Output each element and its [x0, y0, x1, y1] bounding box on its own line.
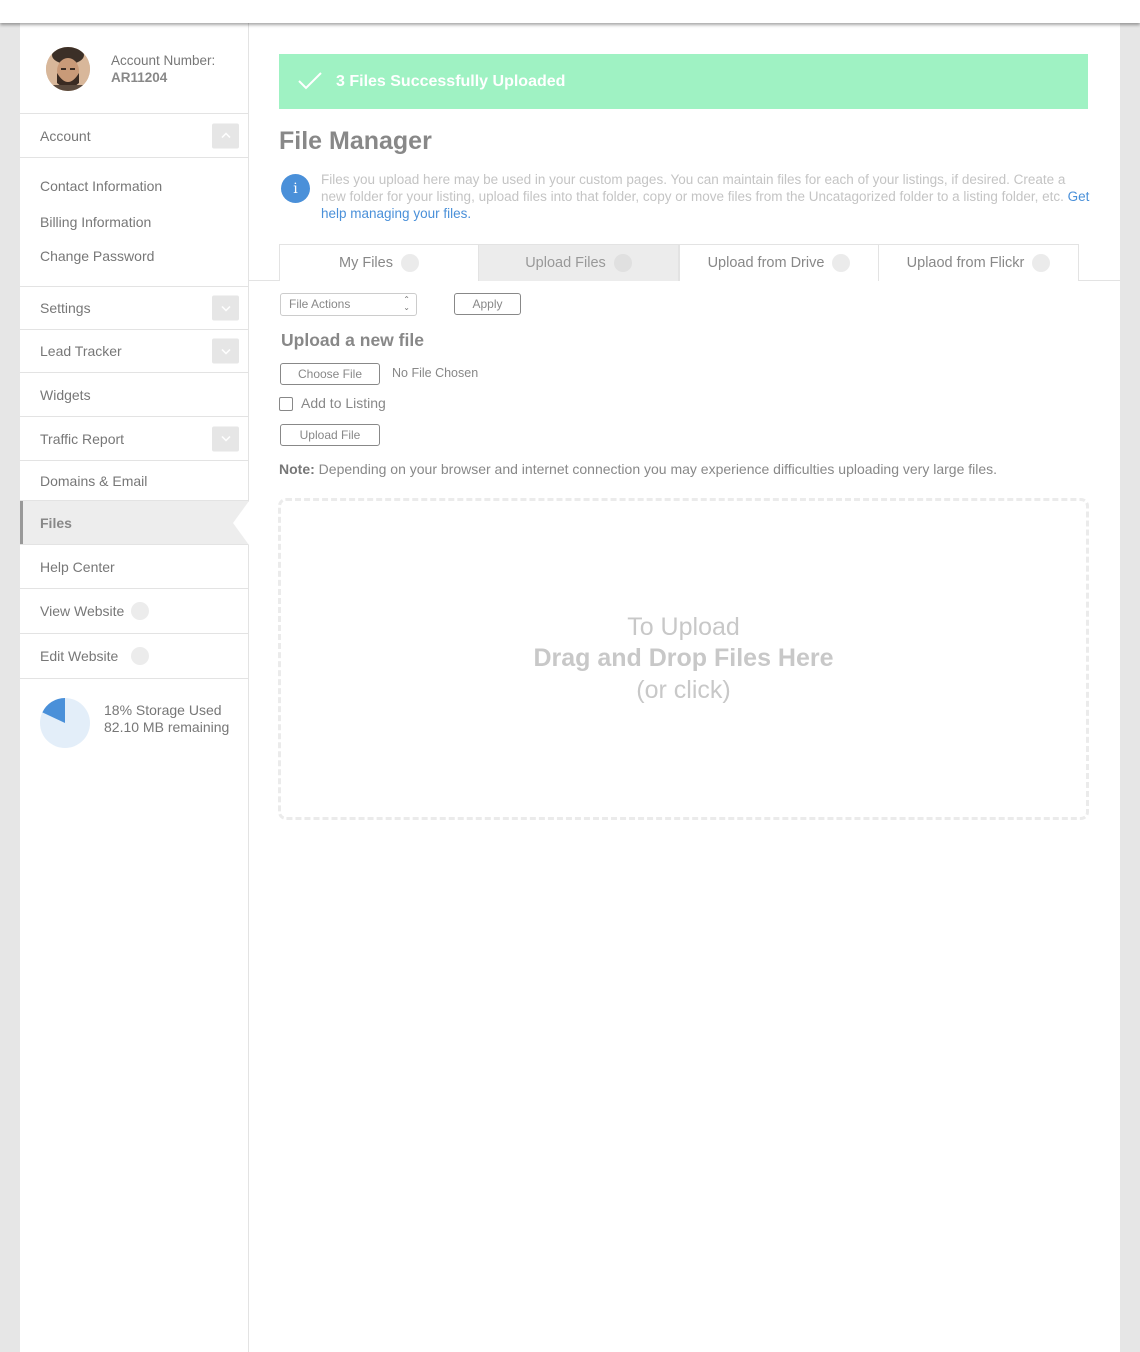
storage-remaining-label: 82.10 MB remaining: [104, 719, 230, 735]
note-label: Note:: [279, 461, 315, 477]
sidebar-item-label: Account: [40, 127, 91, 144]
page-title: File Manager: [279, 127, 432, 155]
alert-message: 3 Files Successfully Uploaded: [336, 73, 566, 90]
sidebar-item-help-center[interactable]: Help Center: [20, 545, 248, 589]
main-content: 3 Files Successfully Uploaded File Manag…: [249, 23, 1120, 1352]
tab-bar: My Files Upload Files Upload from Drive …: [249, 244, 1120, 281]
apply-button[interactable]: Apply: [454, 293, 521, 315]
sidebar-item-label: Domains & Email: [40, 472, 148, 489]
sidebar-item-widgets[interactable]: Widgets: [20, 373, 248, 417]
chevron-down-icon[interactable]: [212, 426, 239, 451]
tab-my-files[interactable]: My Files: [279, 244, 479, 281]
tab-badge-icon: [613, 254, 632, 272]
sidebar: Account Number: AR11204 Account Contact …: [20, 23, 249, 1352]
active-notch: [233, 500, 249, 545]
sidebar-subitem-contact-information[interactable]: Contact Information: [40, 178, 162, 194]
select-arrows-icon: ⌃ ⌄: [403, 295, 410, 312]
active-indicator: [20, 501, 23, 544]
sidebar-item-domains-email[interactable]: Domains & Email: [20, 461, 248, 501]
external-link-icon: [131, 602, 149, 620]
top-bar: [0, 0, 1140, 23]
note-text: Depending on your browser and internet c…: [318, 461, 998, 477]
upload-section-title: Upload a new file: [281, 330, 424, 350]
storage-used-label: 18% Storage Used: [104, 702, 222, 718]
account-number-label: Account Number:: [111, 53, 216, 68]
sidebar-item-account[interactable]: Account: [20, 114, 248, 158]
info-description: Files you upload here may be used in you…: [321, 171, 1091, 222]
storage-text: 18% Storage Used 82.10 MB remaining: [104, 702, 229, 736]
sidebar-item-label: Widgets: [40, 386, 91, 403]
dropzone-title: To Upload: [627, 613, 740, 641]
external-link-icon: [131, 647, 149, 665]
file-actions-value: File Actions: [289, 297, 351, 311]
chevron-up-icon[interactable]: [212, 123, 239, 148]
sidebar-item-lead-tracker[interactable]: Lead Tracker: [20, 330, 248, 373]
no-file-chosen-label: No File Chosen: [392, 366, 479, 380]
sidebar-item-label: Help Center: [40, 558, 115, 575]
sidebar-item-files[interactable]: Files: [20, 500, 249, 545]
tab-upload-from-flickr[interactable]: Uplaod from Flickr: [878, 244, 1079, 281]
tab-upload-files[interactable]: Upload Files: [478, 244, 679, 281]
tab-badge-icon: [400, 254, 419, 272]
sidebar-item-label: Lead Tracker: [40, 343, 122, 359]
success-alert: 3 Files Successfully Uploaded: [279, 54, 1088, 109]
sidebar-subitem-billing-information[interactable]: Billing Information: [40, 214, 151, 230]
sidebar-item-edit-website[interactable]: Edit Website: [20, 634, 248, 679]
tab-upload-from-drive[interactable]: Upload from Drive: [679, 244, 879, 281]
info-text: Files you upload here may be used in you…: [321, 172, 1066, 204]
sidebar-item-traffic-report[interactable]: Traffic Report: [20, 417, 248, 461]
app-frame: Account Number: AR11204 Account Contact …: [20, 23, 1120, 1352]
file-actions-select[interactable]: File Actions ⌃ ⌄: [280, 293, 417, 316]
tab-label: My Files: [339, 255, 393, 271]
sidebar-item-label: Edit Website: [40, 648, 119, 664]
upload-file-button[interactable]: Upload File: [280, 424, 380, 446]
tab-label: Uplaod from Flickr: [906, 255, 1025, 271]
dropzone-hint: (or click): [636, 676, 731, 704]
choose-file-button[interactable]: Choose File: [280, 363, 380, 385]
dropzone-instruction: Drag and Drop Files Here: [533, 644, 834, 672]
add-to-listing-checkbox[interactable]: [279, 397, 293, 411]
tab-badge-icon: [1032, 254, 1051, 272]
account-submenu: Contact Information Billing Information …: [20, 158, 248, 287]
chevron-down-icon[interactable]: [212, 338, 239, 364]
account-number: AR11204: [111, 70, 168, 85]
sidebar-item-label: Files: [40, 514, 72, 531]
account-panel: Account Number: AR11204: [20, 23, 249, 114]
storage-pie-chart: [40, 698, 90, 748]
drop-zone[interactable]: To Upload Drag and Drop Files Here (or c…: [278, 498, 1089, 820]
sidebar-item-label: Traffic Report: [40, 430, 125, 447]
chevron-down-icon[interactable]: [212, 295, 239, 321]
sidebar-item-settings[interactable]: Settings: [20, 287, 248, 330]
checkmark-icon: [297, 71, 323, 96]
sidebar-item-view-website[interactable]: View Website: [20, 589, 248, 634]
tab-badge-icon: [832, 254, 851, 272]
tab-label: Upload from Drive: [707, 255, 825, 271]
info-icon: i: [281, 174, 310, 203]
upload-note: Note: Depending on your browser and inte…: [279, 461, 997, 477]
avatar[interactable]: [46, 47, 90, 91]
sidebar-item-label: Settings: [40, 300, 91, 316]
avatar-image: [46, 47, 90, 91]
sidebar-item-label: View Website: [40, 603, 125, 619]
add-to-listing-label[interactable]: Add to Listing: [301, 395, 386, 411]
tab-label: Upload Files: [525, 255, 606, 271]
sidebar-subitem-change-password[interactable]: Change Password: [40, 248, 154, 264]
